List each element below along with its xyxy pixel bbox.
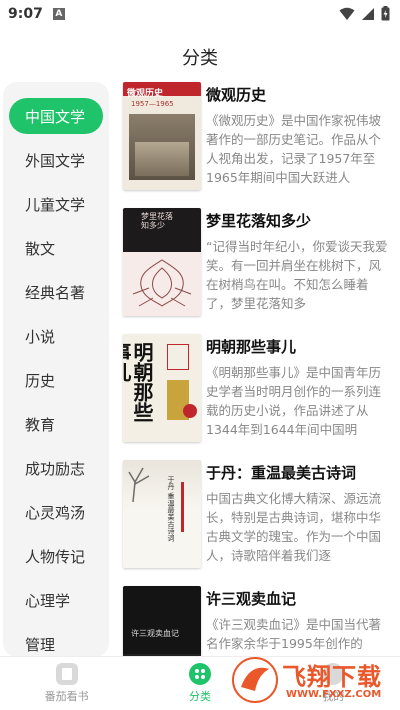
tab-label: 番茄看书 [44,690,89,703]
sidebar-item-education[interactable]: 教育 [3,402,109,446]
book-item[interactable]: 微观历史 1957—1965 微观历史 《微观历史》是中国作家祝伟坡著作的一部历… [120,78,400,204]
sidebar-item-biography[interactable]: 人物传记 [3,534,109,578]
sidebar-item-foreign-literature[interactable]: 外国文学 [3,138,109,182]
page-title: 分类 [182,48,218,69]
book-cover[interactable]: 微观历史 1957—1965 [123,82,201,190]
sidebar-item-prose[interactable]: 散文 [3,226,109,270]
watermark-title: 飞翔下载 [282,663,382,691]
watermark-logo: 飞翔下载 WWW.FXXZ.COM [232,653,392,709]
tab-label: 分类 [188,690,211,703]
sidebar-item-psychology[interactable]: 心理学 [3,578,109,622]
book-title[interactable]: 梦里花落知多少 [206,210,311,231]
watermark-logo-icon [232,657,278,703]
wifi-icon [339,7,355,20]
book-description: 《微观历史》是中国作家祝伟坡著作的一部历史笔记。作品从个人视角出发，记录了195… [206,113,382,185]
book-description: “记得当时年纪小，你爱谈天我爱笑。有一回并肩坐在桃树下，风在树梢鸟在叫。不知怎么… [206,239,388,311]
sidebar-item-novel[interactable]: 小说 [3,314,109,358]
book-item[interactable]: 于丹 重温最美古诗词 于丹：重温最美古诗词 中国古典文化博大精深、源远流长，特别… [120,456,400,582]
tree-illustration-icon [128,467,150,502]
watermark-url: WWW.FXXZ.COM [286,689,382,700]
battery-icon [381,6,390,21]
status-bar: 9:07 A [0,0,400,28]
book-title[interactable]: 许三观卖血记 [206,588,296,609]
book-list: 微观历史 1957—1965 微观历史 《微观历史》是中国作家祝伟坡著作的一部历… [120,78,400,656]
book-item[interactable]: 明朝那些事儿 明朝那些事儿 《明朝那些事儿》是中国青年历史学者当时明月创作的一系… [120,330,400,456]
status-icons [339,6,390,21]
book-title[interactable]: 明朝那些事儿 [206,336,296,357]
flower-illustration-icon [132,259,192,307]
book-cover[interactable]: 许三观卖血记 [123,586,201,656]
sidebar-item-success[interactable]: 成功励志 [3,446,109,490]
status-time: 9:07 [8,6,43,22]
book-item[interactable]: 梦里花落知多少 梦里花落知多少 “记得当时年纪小，你爱谈天我爱笑。有一回并肩坐在… [120,204,400,330]
sidebar-item-history[interactable]: 历史 [3,358,109,402]
book-cover[interactable]: 于丹 重温最美古诗词 [123,460,201,568]
sidebar-item-children-literature[interactable]: 儿童文学 [3,182,109,226]
grid-icon [188,663,211,685]
book-icon [55,663,78,685]
book-description: 《明朝那些事儿》是中国青年历史学者当时明月创作的一系列连载的历史小说，作品讲述了… [206,365,382,437]
book-cover[interactable]: 明朝那些事儿 [123,334,201,442]
tab-bookshelf[interactable]: 番茄看书 [0,657,133,710]
sidebar-item-chinese-literature[interactable]: 中国文学 [9,98,103,134]
category-sidebar: 中国文学 外国文学 儿童文学 散文 经典名著 小说 历史 教育 成功励志 心灵鸡… [3,82,109,657]
book-cover[interactable]: 梦里花落知多少 [123,208,201,316]
book-title[interactable]: 于丹：重温最美古诗词 [206,462,356,483]
book-description: 中国古典文化博大精深、源远流长，特别是古典诗词，堪称中华古典文学的瑰宝。作为一个… [206,491,382,563]
notification-icon: A [52,8,65,20]
sidebar-item-classics[interactable]: 经典名著 [3,270,109,314]
book-title[interactable]: 微观历史 [206,84,266,105]
book-item[interactable]: 许三观卖血记 许三观卖血记 《许三观卖血记》是中国当代著名作家余华于1995年创… [120,582,400,656]
sidebar-item-chicken-soup[interactable]: 心灵鸡汤 [3,490,109,534]
signal-icon [362,7,374,20]
sidebar-item-management[interactable]: 管理 [3,622,109,657]
book-description: 《许三观卖血记》是中国当代著名作家余华于1995年创作的 [206,617,382,651]
